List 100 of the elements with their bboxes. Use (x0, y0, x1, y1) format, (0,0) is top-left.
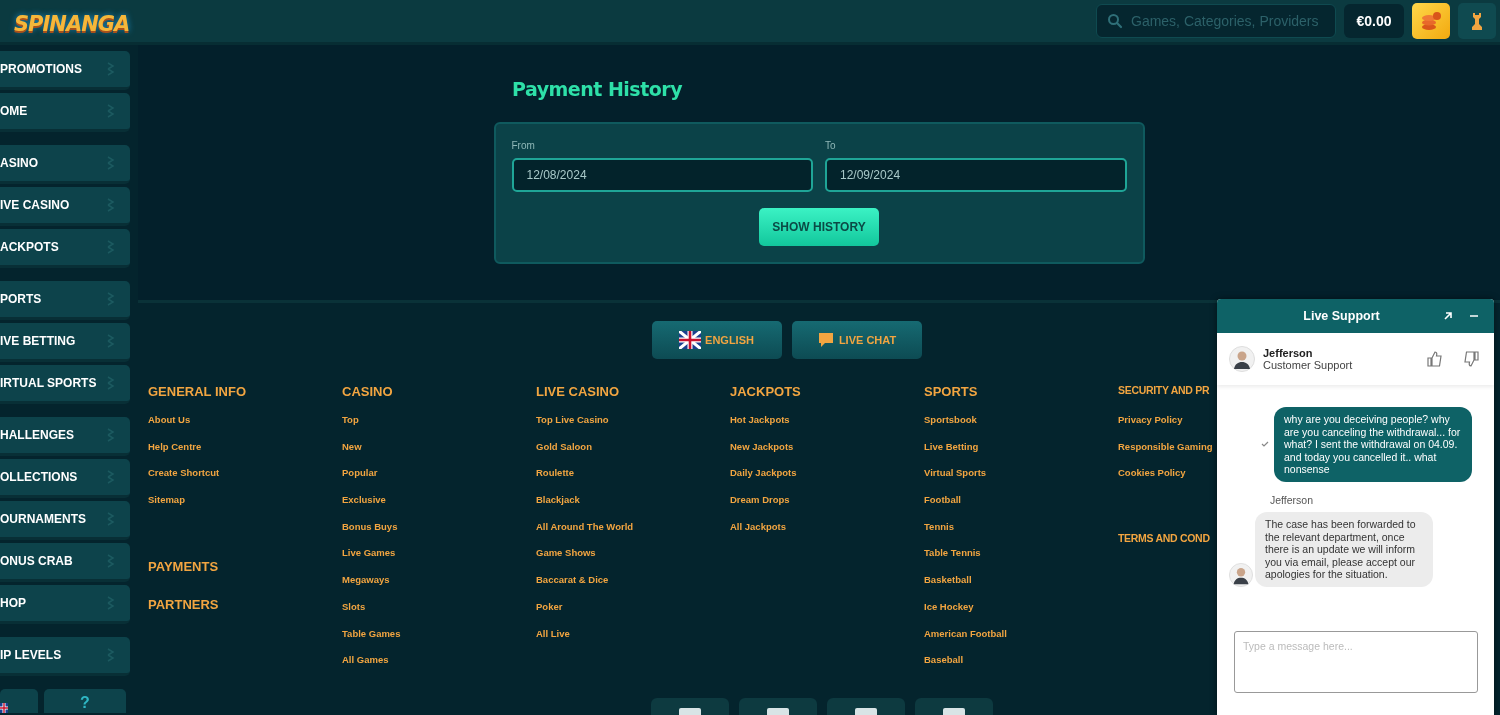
footer-link[interactable]: All Live (536, 621, 570, 649)
footer-link[interactable]: Top (342, 408, 359, 435)
sidebar-item[interactable]: IVE CASINO (0, 187, 130, 226)
footer-link[interactable]: Live Betting (924, 434, 979, 462)
chat-title: Live Support (1302, 309, 1381, 323)
payment-logo-icon (855, 708, 877, 715)
balance[interactable]: €0.00 (1344, 4, 1404, 38)
sender-name: Jefferson (1270, 493, 1314, 506)
footer-link[interactable]: Baseball (924, 648, 964, 675)
sidebar-item[interactable]: ONUS CRAB (0, 543, 130, 582)
payment-logo-icon (767, 708, 789, 715)
footer-link[interactable]: Help Centre (148, 434, 202, 462)
thumbs-down-icon[interactable] (1462, 350, 1480, 368)
footer-link[interactable]: Game Shows (536, 541, 596, 569)
footer-link[interactable]: New (342, 434, 362, 462)
footer-link[interactable]: Live Games (342, 541, 396, 569)
sidebar-item[interactable]: PROMOTIONS (0, 51, 130, 90)
footer-link[interactable]: Tennis (924, 514, 954, 542)
language-button[interactable] (0, 689, 38, 713)
footer-link[interactable]: Baccarat & Dice (536, 568, 609, 595)
thumbs-up-icon[interactable] (1426, 350, 1444, 368)
footer-link[interactable]: Sitemap (148, 488, 185, 515)
footer-link[interactable]: Table Tennis (924, 541, 981, 569)
footer-link[interactable]: Roulette (536, 461, 574, 489)
help-button[interactable]: ? (44, 689, 126, 713)
footer-link[interactable]: All Games (342, 648, 389, 675)
footer-link[interactable]: Create Shortcut (148, 461, 220, 489)
footer-link[interactable]: All Jackpots (730, 514, 786, 542)
avatar (1229, 562, 1253, 587)
message-bubble: The case has been forwarded to the relevant department, once there is an update we will inform you via email, please accept our apologies for the situation. (1255, 511, 1433, 587)
sidebar-item[interactable]: IRTUAL SPORTS (0, 365, 130, 404)
footer-heading[interactable]: SECURITY AND PR (1118, 384, 1210, 406)
footer-link[interactable]: About Us (148, 408, 191, 435)
footer-heading[interactable]: TERMS AND COND (1118, 532, 1210, 555)
footer-link[interactable]: New Jackpots (730, 434, 794, 462)
field-label: To (825, 140, 837, 151)
payment-logo-icon (943, 708, 965, 715)
sidebar-item[interactable]: OURNAMENTS (0, 501, 130, 540)
sidebar-item[interactable]: IP LEVELS (0, 637, 130, 676)
footer-link[interactable]: Bonus Buys (342, 514, 398, 542)
footer-link[interactable]: Sportsbook (924, 408, 977, 435)
footer-link[interactable]: Basketball (924, 568, 972, 595)
footer-heading[interactable]: JACKPOTS (730, 384, 924, 406)
footer-heading[interactable]: GENERAL INFO (148, 384, 342, 406)
footer-link[interactable]: Ice Hockey (924, 594, 974, 622)
footer-link[interactable]: Exclusive (342, 488, 386, 515)
footer-heading[interactable]: PARTNERS (148, 596, 342, 619)
page-title: Payment History (512, 78, 683, 100)
footer-link[interactable]: Top Live Casino (536, 408, 609, 435)
date-field[interactable]: 12/09/2024 (825, 158, 1127, 192)
footer-heading[interactable]: PAYMENTS (148, 558, 342, 581)
footer-link[interactable]: Popular (342, 461, 378, 489)
footer-link[interactable]: Daily Jackpots (730, 461, 797, 489)
search-icon (1107, 13, 1123, 29)
message-input[interactable]: Type a message here... (1234, 631, 1478, 693)
footer-heading[interactable]: SPORTS (924, 384, 1118, 406)
footer-link[interactable]: Blackjack (536, 488, 580, 515)
sidebar-item[interactable]: IVE BETTING (0, 323, 130, 362)
sidebar-item[interactable]: ASINO (0, 145, 130, 184)
footer-link[interactable]: Privacy Policy (1118, 408, 1183, 435)
sidebar-item[interactable]: OLLECTIONS (0, 459, 130, 498)
sidebar-item[interactable]: PORTS (0, 281, 130, 320)
sidebar-item[interactable]: HALLENGES (0, 417, 130, 456)
footer-link[interactable]: American Football (924, 621, 1007, 649)
deposit-button[interactable] (1412, 3, 1450, 39)
footer-link[interactable]: Poker (536, 594, 563, 622)
check-icon (1261, 440, 1269, 449)
payment-logo-icon (679, 708, 701, 715)
sidebar-item[interactable]: HOP (0, 585, 130, 624)
footer-heading[interactable]: CASINO (342, 384, 536, 406)
live-chat-button[interactable]: LIVE CHAT (791, 321, 922, 359)
profile-button[interactable] (1458, 3, 1496, 39)
coins-icon (1420, 10, 1442, 32)
field-label: From (511, 140, 536, 151)
sidebar-item[interactable]: ACKPOTS (0, 229, 130, 268)
search-field[interactable]: Games, Categories, Providers (1096, 4, 1336, 38)
footer-link[interactable]: Dream Drops (730, 488, 790, 515)
footer-link[interactable]: Hot Jackpots (730, 408, 790, 435)
footer-link[interactable]: Gold Saloon (536, 434, 592, 462)
flag-icon (679, 331, 702, 349)
footer-link[interactable]: Slots (342, 594, 366, 622)
flag-icon (0, 703, 8, 713)
footer-link[interactable]: Football (924, 488, 961, 515)
footer-link[interactable]: Virtual Sports (924, 461, 987, 489)
date-field[interactable]: 12/08/2024 (511, 158, 813, 192)
footer-link[interactable]: All Around The World (536, 514, 634, 542)
footer-heading[interactable]: LIVE CASINO (536, 384, 730, 406)
footer-link[interactable]: Megaways (342, 568, 390, 595)
agent-role: Customer Support (1263, 359, 1354, 371)
footer-link[interactable]: Table Games (342, 621, 401, 649)
footer-link[interactable]: Responsible Gaming (1118, 434, 1213, 462)
language-button[interactable]: ENGLISH (651, 321, 782, 359)
logo[interactable]: SPINANGA (14, 6, 130, 36)
show-history-button[interactable]: SHOW HISTORY (759, 208, 879, 246)
avatar (1229, 346, 1255, 372)
message-bubble: why are you deceiving people? why are you canceling the withdrawal... for what? I sent the withdrawal on 04.09. and today you cancelled it.. what nonsense (1274, 407, 1472, 482)
expand-icon[interactable] (1442, 310, 1454, 322)
chess-king-icon (1469, 11, 1485, 31)
sidebar-item[interactable]: OME (0, 93, 130, 132)
footer-link[interactable]: Cookies Policy (1118, 461, 1186, 489)
